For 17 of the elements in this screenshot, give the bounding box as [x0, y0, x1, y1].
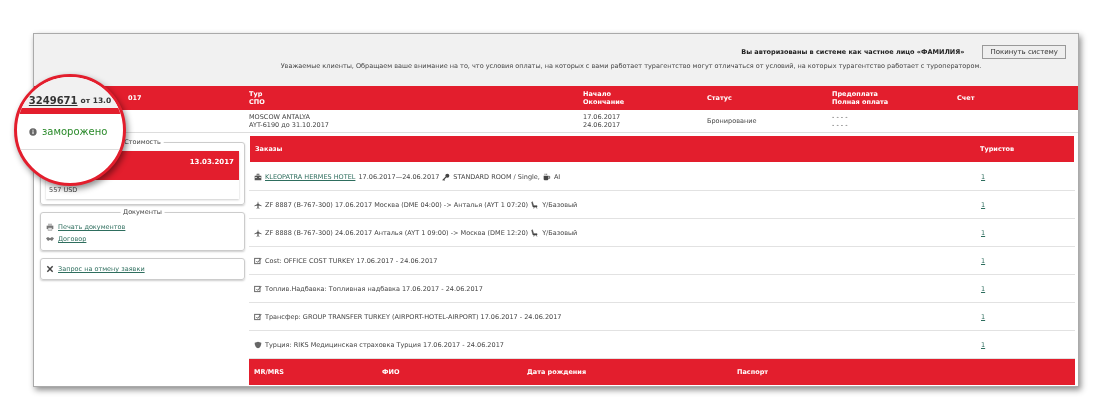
cup-icon — [542, 172, 551, 181]
seat-icon — [531, 228, 540, 237]
key-icon — [442, 172, 451, 181]
shield-icon — [254, 340, 262, 349]
airplane-icon — [254, 200, 262, 209]
seat-icon — [531, 200, 540, 209]
info-icon — [29, 127, 37, 136]
close-icon — [46, 265, 54, 273]
order-number-link[interactable]: 3249671 — [28, 95, 78, 106]
printer-icon — [46, 223, 54, 231]
order-status: заморожено — [42, 126, 108, 137]
airplane-icon — [254, 228, 262, 237]
edit-checkbox-icon — [254, 256, 262, 265]
edit-checkbox-icon — [254, 284, 262, 293]
edit-checkbox-icon — [254, 312, 262, 321]
building-icon — [254, 172, 262, 181]
handshake-icon — [46, 235, 54, 243]
